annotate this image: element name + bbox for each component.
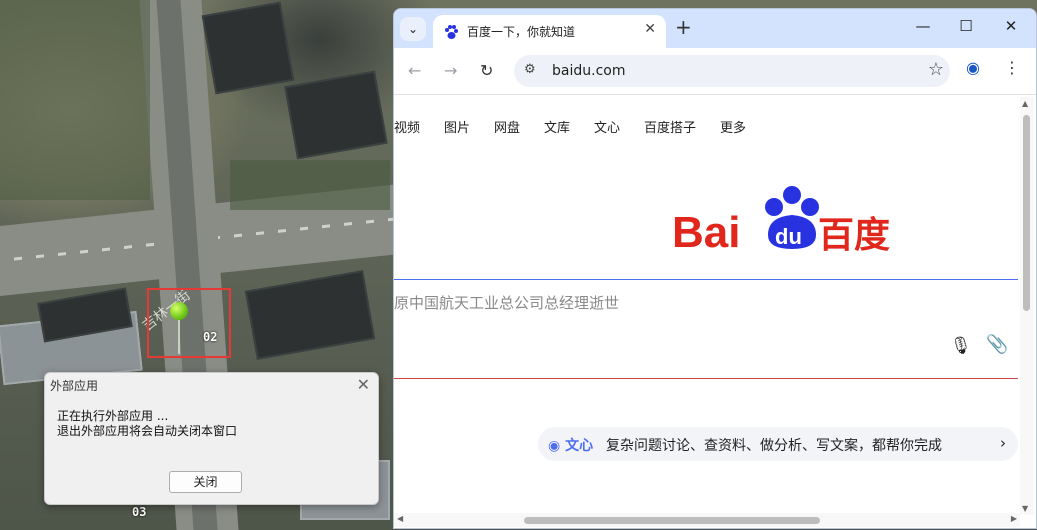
horizontal-scroll-thumb[interactable] bbox=[524, 517, 820, 524]
baidu-paw-icon bbox=[445, 25, 458, 39]
tree-belt bbox=[230, 160, 390, 210]
map-pin-marker[interactable] bbox=[170, 302, 188, 320]
ai-brand-label: 文心 bbox=[565, 438, 594, 454]
nav-link-netdisk[interactable]: 网盘 bbox=[494, 117, 520, 136]
maximize-button[interactable]: ☐ bbox=[951, 17, 981, 35]
dialog-close-button[interactable]: 关闭 bbox=[169, 471, 242, 493]
attachment-icon[interactable]: 📎 bbox=[986, 334, 1008, 355]
dialog-title: 外部应用 bbox=[50, 379, 99, 393]
wenxin-logo: ◉ 文心 bbox=[548, 438, 594, 454]
building-roof bbox=[201, 1, 295, 95]
chevron-down-icon: ⌄ bbox=[407, 22, 419, 36]
building-roof bbox=[284, 70, 388, 160]
scroll-left-icon[interactable]: ◀ bbox=[397, 514, 403, 523]
tab-strip: ⌄ 百度一下，你就知道 ✕ + — ☐ ✕ bbox=[394, 9, 1036, 48]
vertical-scroll-thumb[interactable] bbox=[1023, 115, 1030, 311]
close-icon[interactable]: ✕ bbox=[357, 375, 370, 394]
close-icon[interactable]: ✕ bbox=[644, 21, 656, 37]
minimize-button[interactable]: — bbox=[908, 17, 938, 35]
tab-title: 百度一下，你就知道 bbox=[467, 25, 576, 39]
ai-assistant-prompt[interactable]: ◉ 文心 复杂问题讨论、查资料、做分析、写文案，都帮你完成 › bbox=[538, 427, 1018, 461]
marker-label: 02 bbox=[203, 330, 218, 344]
baidu-logo: Bai du 百度 bbox=[672, 186, 890, 255]
selection-rectangle[interactable] bbox=[147, 288, 231, 358]
nav-link-wenxin[interactable]: 文心 bbox=[594, 117, 620, 136]
dialog-message-line: 退出外部应用将会自动关闭本窗口 bbox=[57, 424, 238, 438]
map-pin-stem bbox=[178, 318, 180, 354]
dialog-message-line: 正在执行外部应用 ... bbox=[57, 409, 169, 423]
nav-link-wenku[interactable]: 文库 bbox=[544, 117, 570, 136]
bookmark-star-icon[interactable]: ☆ bbox=[928, 59, 944, 80]
marker-label: 03 bbox=[132, 505, 147, 519]
nav-link-images[interactable]: 图片 bbox=[444, 117, 470, 136]
building-roof bbox=[244, 270, 376, 360]
field-area bbox=[0, 0, 150, 200]
nav-link-baidu-dazi[interactable]: 百度搭子 bbox=[644, 117, 696, 136]
new-tab-button[interactable]: + bbox=[675, 17, 692, 37]
ai-prompt-text: 复杂问题讨论、查资料、做分析、写文案，都帮你完成 bbox=[606, 438, 942, 454]
site-info-icon[interactable]: ⚙ bbox=[524, 62, 536, 77]
forward-arrow-icon[interactable]: → bbox=[444, 61, 457, 80]
logo-text-bai: Bai bbox=[672, 208, 740, 255]
back-arrow-icon[interactable]: ← bbox=[408, 61, 421, 80]
dialog-message: 正在执行外部应用 ... 退出外部应用将会自动关闭本窗口 bbox=[57, 409, 237, 439]
scroll-up-icon[interactable]: ▲ bbox=[1022, 99, 1028, 108]
nav-link-more[interactable]: 更多 bbox=[720, 117, 746, 136]
address-bar[interactable]: ⚙ baidu.com ☆ bbox=[514, 55, 950, 87]
tab-search-button[interactable]: ⌄ bbox=[400, 17, 426, 41]
external-app-dialog: 外部应用 ✕ 正在执行外部应用 ... 退出外部应用将会自动关闭本窗口 关闭 bbox=[44, 372, 379, 505]
close-window-button[interactable]: ✕ bbox=[996, 17, 1026, 35]
tab-active[interactable]: 百度一下，你就知道 ✕ bbox=[433, 15, 666, 48]
browser-toolbar: ← → ↻ ⚙ baidu.com ☆ ◉ ⋮ bbox=[394, 48, 1036, 95]
scroll-down-icon[interactable]: ▼ bbox=[1022, 504, 1028, 513]
nav-link-video[interactable]: 视频 bbox=[394, 117, 420, 136]
menu-dots-icon[interactable]: ⋮ bbox=[1004, 58, 1020, 77]
page-content: 视频 图片 网盘 文库 文心 百度搭子 更多 Bai du 百度 原中国航天工业… bbox=[394, 95, 1018, 513]
logo-text-du: du bbox=[775, 224, 802, 249]
vertical-scrollbar[interactable]: ▲ ▼ bbox=[1020, 97, 1034, 515]
address-url[interactable]: baidu.com bbox=[552, 63, 625, 79]
browser-window: ⌄ 百度一下，你就知道 ✕ + — ☐ ✕ ← → ↻ ⚙ baidu.com … bbox=[393, 8, 1037, 529]
scroll-right-icon[interactable]: ▶ bbox=[1011, 514, 1017, 523]
horizontal-scrollbar[interactable]: ◀ ▶ bbox=[394, 513, 1020, 527]
logo-text-chinese: 百度 bbox=[818, 215, 890, 255]
profile-icon[interactable]: ◉ bbox=[966, 58, 980, 77]
search-input[interactable]: 原中国航天工业总公司总经理逝世 bbox=[394, 292, 619, 313]
chevron-right-icon: › bbox=[1000, 434, 1006, 452]
reload-icon[interactable]: ↻ bbox=[480, 61, 493, 80]
search-box[interactable]: 原中国航天工业总公司总经理逝世 🎙 📎 bbox=[394, 279, 1018, 379]
microphone-icon[interactable]: 🎙 bbox=[950, 336, 972, 356]
